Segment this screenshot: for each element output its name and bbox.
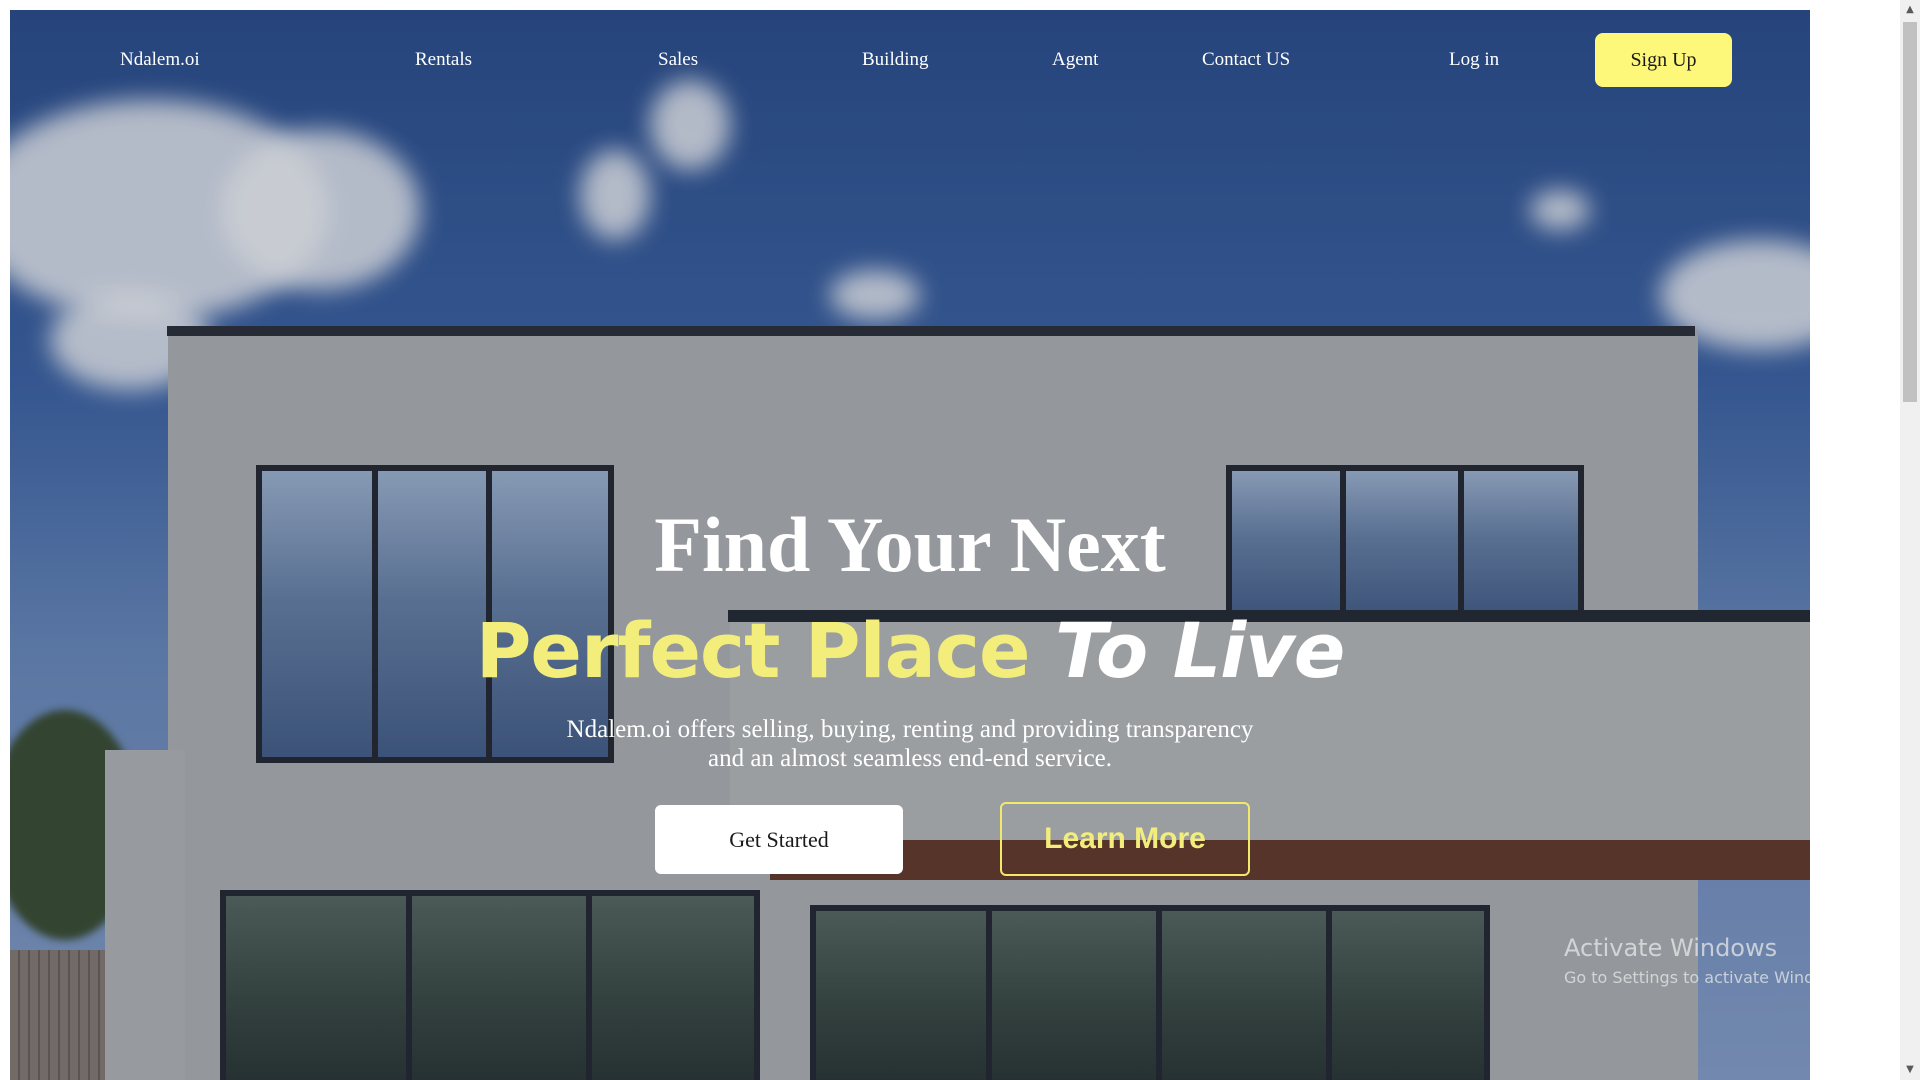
brand-logo[interactable]: Ndalem.oi [120, 32, 200, 88]
nav-link-building[interactable]: Building [862, 32, 929, 88]
scroll-down-arrow-icon[interactable]: ▼ [1900, 1060, 1920, 1080]
headline-highlight: Perfect Place [475, 606, 1031, 695]
nav-link-rentals[interactable]: Rentals [415, 32, 472, 88]
nav-link-contact[interactable]: Contact US [1202, 32, 1290, 88]
vertical-scrollbar[interactable]: ▲ ▼ [1900, 0, 1920, 1080]
hero-headline-line2: Perfect Place To Live [10, 605, 1810, 697]
learn-more-button[interactable]: Learn More [1000, 802, 1250, 876]
signup-button[interactable]: Sign Up [1595, 33, 1732, 87]
scroll-up-arrow-icon[interactable]: ▲ [1900, 0, 1920, 20]
headline-rest: To Live [1055, 606, 1345, 695]
hero-headline-line1: Find Your Next [654, 501, 1166, 588]
get-started-button[interactable]: Get Started [655, 805, 903, 874]
login-link[interactable]: Log in [1449, 32, 1499, 88]
nav-link-agent[interactable]: Agent [1052, 32, 1098, 88]
activation-title: Activate Windows [1564, 934, 1778, 962]
nav-link-sales[interactable]: Sales [658, 32, 698, 88]
scroll-thumb[interactable] [1903, 22, 1917, 402]
hero-subtext-line1: Ndalem.oi offers selling, buying, rentin… [566, 716, 1254, 743]
activation-watermark: Activate Windows Go to Settings to activ… [1564, 932, 1810, 990]
hero-subtext-line2: and an almost seamless end-end service. [707, 745, 1113, 772]
top-navigation: Ndalem.oi Rentals Sales Building Agent C… [10, 32, 1810, 88]
hero-section: Ndalem.oi Rentals Sales Building Agent C… [10, 10, 1810, 1080]
hero-subtext: Ndalem.oi offers selling, buying, rentin… [10, 715, 1810, 773]
activation-subtitle: Go to Settings to activate Windows. [1564, 968, 1810, 987]
